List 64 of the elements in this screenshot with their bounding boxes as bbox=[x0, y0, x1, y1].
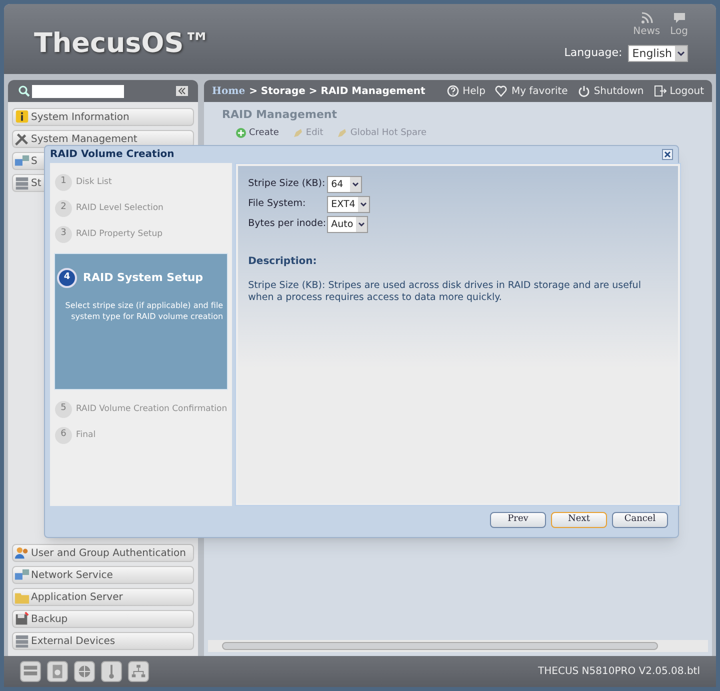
collapse-icon[interactable] bbox=[176, 86, 188, 96]
top-action-link[interactable]: My favorite bbox=[495, 84, 568, 98]
field-label: File System: bbox=[248, 197, 307, 212]
panel-title: RAID Management bbox=[222, 107, 338, 123]
dropdown-field[interactable]: Auto bbox=[327, 216, 368, 233]
step-label: RAID Level Selection bbox=[76, 202, 164, 214]
top-action-link[interactable]: Logout bbox=[654, 84, 704, 98]
step-title: RAID System Setup bbox=[83, 270, 204, 286]
top-action-link[interactable]: Shutdown bbox=[578, 84, 644, 98]
dropdown-field[interactable]: EXT4 bbox=[327, 196, 370, 213]
step-label: RAID Volume Creation Confirmation bbox=[76, 402, 228, 416]
breadcrumb-home-link[interactable]: Home bbox=[212, 84, 246, 98]
search-icon bbox=[18, 85, 30, 97]
step-description: Select stripe size (if applicable) and file system type for RAID volume creation bbox=[64, 300, 224, 322]
step-number: 4 bbox=[57, 268, 77, 288]
backup-icon bbox=[14, 611, 30, 627]
sidebar-item[interactable]: Network Service bbox=[12, 566, 194, 584]
caret-icon bbox=[360, 202, 368, 207]
sidebar-item[interactable]: External Devices bbox=[12, 632, 194, 650]
step-number: 2 bbox=[55, 200, 72, 216]
step-label: Disk List bbox=[76, 176, 112, 188]
storage-icon bbox=[14, 633, 30, 649]
description-text: Stripe Size (KB): Stripes are used across disk drives in RAID storage and are useful when a process requires access to data more quickly. bbox=[248, 280, 642, 304]
dialog-button[interactable]: Cancel bbox=[612, 512, 668, 528]
sidebar-item[interactable]: System Information bbox=[12, 108, 194, 126]
help-icon bbox=[446, 85, 460, 97]
dropdown-field[interactable]: 64 bbox=[327, 176, 362, 193]
caret-icon bbox=[677, 50, 685, 56]
language-select[interactable]: English bbox=[628, 45, 688, 62]
sidebar-item[interactable]: User and Group Authentication bbox=[12, 544, 194, 562]
top-action-link[interactable]: Help bbox=[446, 84, 486, 98]
step-label: Final bbox=[76, 428, 96, 442]
toolbar-button[interactable]: Create bbox=[232, 126, 283, 140]
horizontal-scrollbar[interactable] bbox=[208, 640, 708, 652]
door-icon bbox=[654, 85, 667, 97]
sidebar-item[interactable]: Application Server bbox=[12, 588, 194, 606]
step-number: 1 bbox=[55, 174, 72, 190]
breadcrumb-path: > Storage > RAID Management bbox=[249, 84, 426, 98]
close-icon[interactable] bbox=[662, 149, 673, 160]
heart-icon bbox=[495, 85, 508, 97]
step-number: 3 bbox=[55, 226, 72, 242]
step-label: RAID Property Setup bbox=[76, 228, 163, 240]
dialog-button[interactable]: Prev bbox=[490, 512, 546, 528]
caret-icon bbox=[358, 222, 366, 227]
dialog-title: RAID Volume Creation bbox=[50, 148, 174, 162]
dialog-button[interactable]: Next bbox=[551, 512, 607, 528]
storage-icon bbox=[14, 175, 30, 191]
users-icon bbox=[14, 545, 30, 561]
logo: ThecusOS™ bbox=[34, 27, 211, 61]
language-label: Language: bbox=[564, 45, 622, 62]
feed-icon bbox=[640, 12, 653, 24]
info-icon bbox=[14, 109, 30, 125]
description-title: Description: bbox=[248, 255, 318, 269]
sidebar-item[interactable]: Backup bbox=[12, 610, 194, 628]
speech-bubble-icon bbox=[672, 12, 686, 24]
field-label: Bytes per inode: bbox=[248, 217, 328, 232]
power-icon bbox=[578, 85, 591, 97]
version-label: THECUS N5810PRO V2.05.08.btl bbox=[538, 665, 700, 679]
caret-icon bbox=[352, 182, 360, 187]
step-number: 5 bbox=[55, 400, 72, 418]
step-number: 6 bbox=[55, 426, 72, 444]
search-field[interactable] bbox=[32, 84, 124, 98]
field-label: Stripe Size (KB): bbox=[248, 177, 326, 192]
plus-icon bbox=[236, 128, 246, 138]
